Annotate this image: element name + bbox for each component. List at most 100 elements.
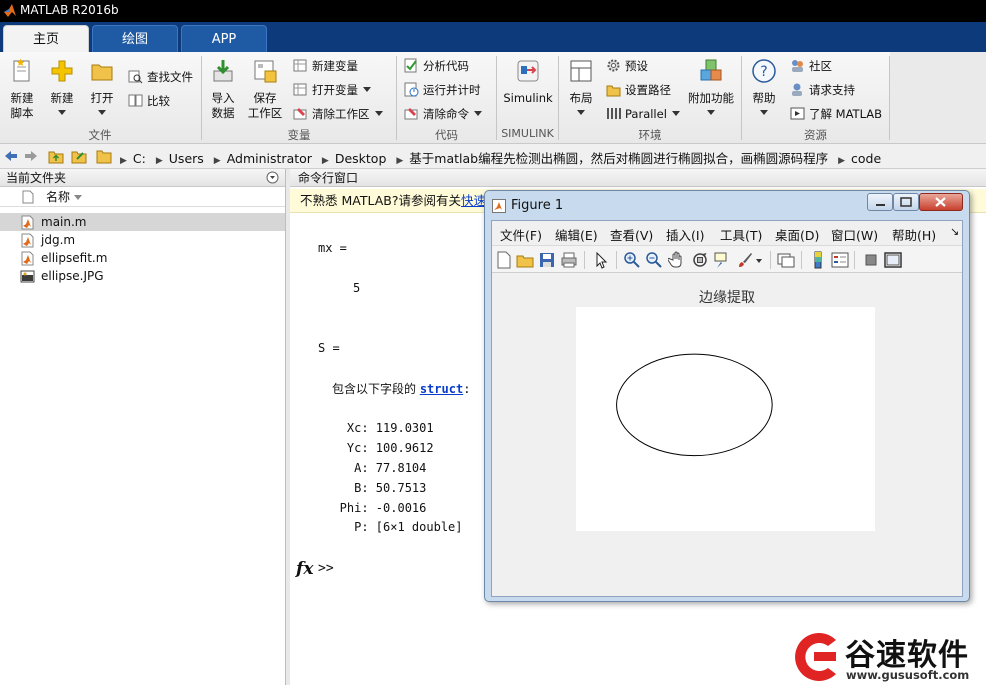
menu-file[interactable]: 文件(F) [500,225,542,244]
clear-commands-button[interactable]: 清除命令 [404,104,482,124]
zoom-in-icon[interactable] [623,251,641,269]
file-row-ellipsefit[interactable]: ellipsefit.m [0,249,285,267]
hide-plot-tools-icon[interactable] [862,251,880,269]
struct-link[interactable]: struct [420,382,463,396]
figure-window[interactable]: Figure 1 文件(F) 编辑(E) 查看(V) 插入(I) 工具(T) 桌… [484,190,970,602]
parallel-icon [607,108,621,119]
find-files-button[interactable]: 查找文件 [128,67,193,87]
breadcrumb-item-code[interactable]: code [851,151,881,166]
compare-label: 比较 [147,94,170,108]
chevron-down-icon [98,110,106,115]
browse-folder-icon[interactable] [71,148,87,164]
brush-icon[interactable] [736,251,754,269]
file-row-main[interactable]: main.m [0,213,285,231]
forward-arrow-icon[interactable] [24,149,38,163]
add-ons-label: 附加功能 [688,91,734,105]
menu-overflow-icon[interactable]: ↘ [950,225,959,238]
rotate-3d-icon[interactable] [691,251,709,269]
import-data-label: 导入 数据 [211,91,235,120]
request-support-button[interactable]: 请求支持 [790,80,855,100]
help-button[interactable]: ? 帮助 [747,58,781,121]
learn-matlab-icon [790,107,805,120]
toolbar-separator [801,251,802,269]
open-file-icon[interactable] [516,251,534,269]
community-icon [792,60,803,72]
zoom-out-icon[interactable] [645,251,663,269]
set-path-button[interactable]: 设置路径 [606,80,671,100]
new-label: 新建 [50,91,74,105]
tab-home[interactable]: 主页 [3,25,89,52]
menu-desktop[interactable]: 桌面(D) [775,225,819,244]
fitted-ellipse [616,353,773,457]
save-workspace-button[interactable]: 保存 工作区 [245,58,285,121]
clear-commands-icon [404,108,418,120]
colorbar-icon[interactable] [809,251,827,269]
print-icon[interactable] [560,251,578,269]
community-button[interactable]: 社区 [790,56,832,76]
breadcrumb-separator-icon: ▶ [120,156,127,166]
link-plot-icon[interactable] [777,251,795,269]
back-arrow-icon[interactable] [4,149,18,163]
function-browser-fx-icon[interactable]: fx [296,559,314,579]
tab-apps[interactable]: APP [181,25,267,52]
import-data-icon [213,60,233,82]
minimize-button[interactable] [867,193,893,211]
pointer-icon[interactable] [592,251,610,269]
environment-group-label: 环境 [638,128,662,142]
address-bar: ▶ C: ▶ Users ▶ Administrator ▶ Desktop ▶ 基于ma… [0,144,986,169]
show-plot-tools-icon[interactable] [884,251,902,269]
new-variable-button[interactable]: 新建变量 [293,56,358,76]
data-cursor-icon[interactable] [713,251,731,269]
new-button[interactable]: 新建 [44,58,80,121]
run-and-time-button[interactable]: 运行并计时 [404,80,481,100]
learn-matlab-button[interactable]: 了解 MATLAB [790,104,882,124]
name-column-header[interactable]: 名称 [0,187,285,207]
compare-button[interactable]: 比较 [128,91,170,111]
preferences-button[interactable]: 预设 [606,56,648,76]
menu-help[interactable]: 帮助(H) [892,225,936,244]
command-prompt[interactable]: >> [318,561,334,576]
legend-icon[interactable] [831,251,849,269]
panel-actions-chevron-icon[interactable] [266,171,279,184]
new-figure-icon[interactable] [495,251,513,269]
community-label: 社区 [809,59,832,73]
up-folder-icon[interactable] [48,148,64,164]
set-path-label: 设置路径 [625,83,671,97]
output-mx-value: 5 [353,281,361,295]
new-script-button[interactable]: 新建 脚本 [4,58,40,121]
maximize-button[interactable] [893,193,919,211]
file-row-ellipse-jpg[interactable]: ellipse.JPG [0,267,285,285]
open-variable-button[interactable]: 打开变量 [293,80,371,100]
menu-view[interactable]: 查看(V) [610,225,653,244]
chevron-down-icon [707,110,715,115]
import-data-button[interactable]: 导入 数据 [205,58,241,121]
breadcrumb-item-administrator[interactable]: Administrator [227,151,312,166]
chevron-down-icon[interactable] [756,259,762,263]
add-ons-button[interactable]: 附加功能 [688,58,734,121]
ribbon-toolstrip: 新建 脚本 新建 打开 查找文件 比较 文件 导入 数据 保存 工作区 新建变量… [0,52,890,144]
menu-edit[interactable]: 编辑(E) [555,225,598,244]
breadcrumb-item-project[interactable]: 基于matlab编程先检测出椭圆，然后对椭圆进行椭圆拟合，画椭圆源码程序 [409,151,828,166]
tab-plots[interactable]: 绘图 [92,25,178,52]
file-row-jdg[interactable]: jdg.m [0,231,285,249]
clear-workspace-button[interactable]: 清除工作区 [293,104,383,124]
file-name: main.m [41,215,87,229]
open-button[interactable]: 打开 [84,58,120,121]
open-variable-icon [293,83,307,96]
parallel-button[interactable]: Parallel [606,104,680,124]
pan-hand-icon[interactable] [668,251,686,269]
breadcrumb-item-users[interactable]: Users [169,151,204,166]
layout-button[interactable]: 布局 [563,58,599,121]
output-mx-label: mx = [318,241,347,255]
axes-plot-area[interactable] [576,307,875,531]
breadcrumb-item-drive[interactable]: C: [133,151,146,166]
close-button[interactable] [919,193,963,211]
menu-tools[interactable]: 工具(T) [720,225,762,244]
breadcrumb-item-desktop[interactable]: Desktop [335,151,387,166]
help-icon: ? [752,59,776,83]
simulink-button[interactable]: Simulink [500,58,556,106]
save-icon[interactable] [538,251,556,269]
menu-insert[interactable]: 插入(I) [666,225,704,244]
menu-window[interactable]: 窗口(W) [831,225,878,244]
analyze-code-button[interactable]: 分析代码 [404,56,469,76]
